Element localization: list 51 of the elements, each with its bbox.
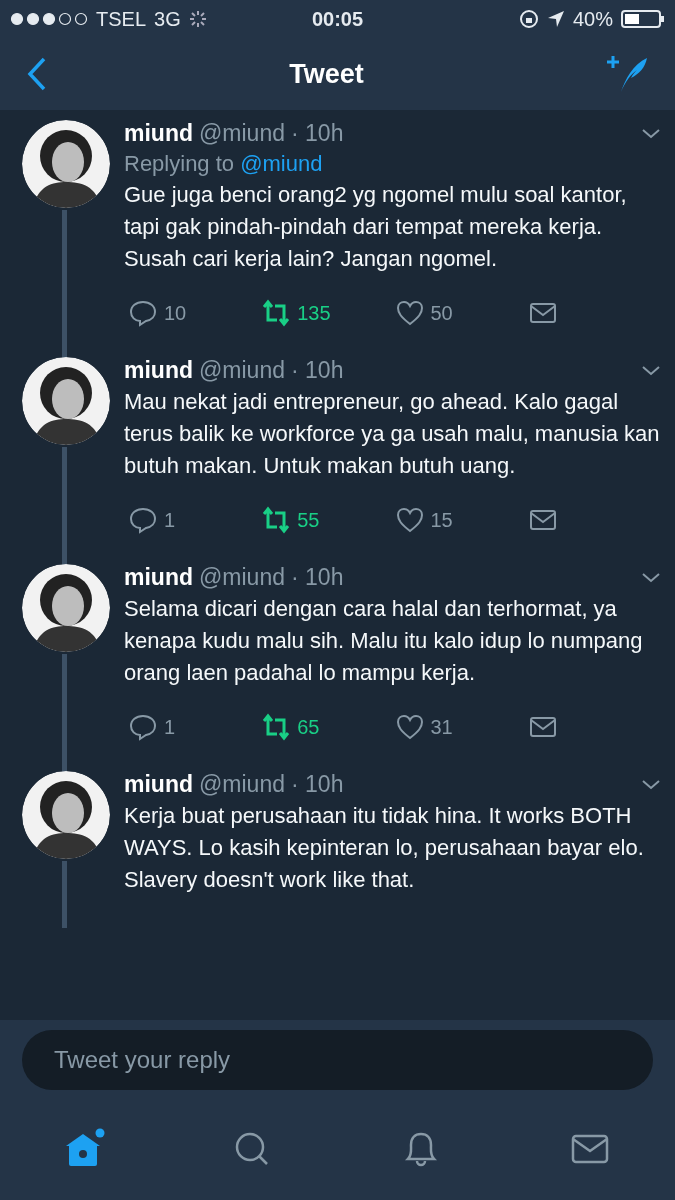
- retweet-icon[interactable]: [261, 298, 292, 328]
- user-handle: @miund: [199, 120, 285, 147]
- heart-icon[interactable]: [394, 505, 425, 535]
- mention-link[interactable]: @miund: [240, 151, 323, 176]
- caret-icon[interactable]: [641, 364, 661, 377]
- tweet-text: Gue juga benci orang2 yg ngomel mulu soal kantor, tapi gak pindah-pindah dari tempat mereka kerja. Susah cari kerja lain? Jangan ngomel.: [124, 181, 628, 273]
- user-name[interactable]: miund: [124, 564, 193, 591]
- caret-icon[interactable]: [641, 571, 661, 584]
- signal-icon: [10, 12, 88, 26]
- clock: 00:05: [311, 7, 364, 31]
- user-name[interactable]: miund: [124, 120, 193, 147]
- carrier-name: TSEL: [96, 7, 147, 31]
- caret-icon[interactable]: [641, 127, 661, 140]
- user-name[interactable]: miund: [124, 771, 193, 798]
- count: 15: [430, 508, 453, 532]
- tweet-time: · 10h: [291, 120, 344, 147]
- heart-icon[interactable]: [394, 298, 425, 328]
- network-type: 3G: [154, 7, 181, 31]
- battery-percent: 40%: [572, 7, 613, 31]
- count: 55: [297, 508, 320, 532]
- count: 65: [297, 715, 320, 739]
- heart-icon[interactable]: [394, 712, 425, 742]
- tweet-text: Mau nekat jadi entrepreneur, go ahead. Kalo gagal terus balik ke workforce ya ga usah malu, manusia kan butuh makan. Untuk makan butuh uang.: [124, 388, 661, 480]
- rotation-lock-icon: [518, 9, 539, 29]
- tweet-time: · 10h: [291, 771, 344, 798]
- retweet-icon[interactable]: [261, 505, 292, 535]
- location-arrow-icon: [546, 10, 565, 28]
- retweet-icon[interactable]: [261, 712, 292, 742]
- count: 1: [164, 715, 176, 739]
- replying-to-text: Replying to @miund: [124, 151, 324, 177]
- tweet-text: Selama dicari dengan cara halal dan terhormat, ya kenapa kudu malu sih. Malu itu kalo idup lo numpang orang laen padahal lo mampu kerja.: [124, 595, 644, 687]
- count: 1: [164, 508, 176, 532]
- count: 135: [297, 301, 331, 325]
- count: 50: [430, 301, 453, 325]
- battery-icon: [621, 9, 665, 29]
- caret-icon[interactable]: [641, 778, 661, 791]
- tweet-text: Kerja buat perusahaan itu tidak hina. It works BOTH WAYS. Lo kasih kepinteran lo, perusahaan bayar elo. Slavery doesn't work like that.: [124, 802, 645, 894]
- reply-icon[interactable]: [128, 505, 158, 535]
- user-handle: @miund: [199, 357, 285, 384]
- reply-field[interactable]: Tweet your reply: [22, 1030, 653, 1090]
- user-handle: @miund: [199, 564, 285, 591]
- tweet-time: · 10h: [291, 564, 344, 591]
- reply-icon[interactable]: [128, 712, 158, 742]
- user-handle: @miund: [199, 771, 285, 798]
- count: 10: [164, 301, 187, 325]
- page-title: Tweet: [289, 58, 364, 90]
- count: 31: [430, 715, 453, 739]
- reply-icon[interactable]: [128, 298, 158, 328]
- loading-icon: [188, 10, 207, 28]
- user-name[interactable]: miund: [124, 357, 193, 384]
- tweet-time: · 10h: [291, 357, 344, 384]
